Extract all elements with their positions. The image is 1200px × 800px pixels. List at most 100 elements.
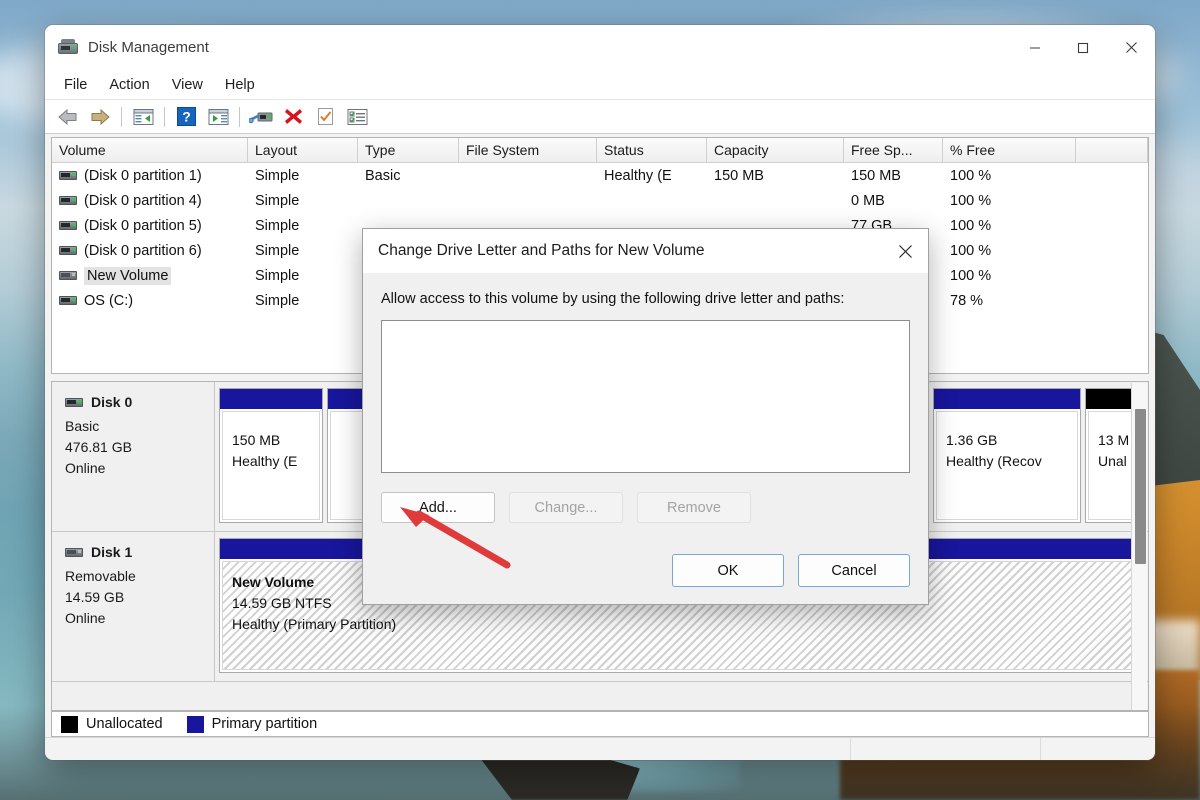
cancel-button[interactable]: Cancel: [798, 554, 910, 587]
menu-item-action[interactable]: Action: [98, 74, 160, 96]
disk-size-label: 14.59 GB: [65, 589, 125, 605]
partition-status: Healthy (Recov: [946, 453, 1042, 469]
remove-button: Remove: [637, 492, 751, 523]
disk-name-row: Disk 1: [65, 544, 214, 560]
menu-bar: File Action View Help: [45, 70, 1155, 100]
disk-kind-label: Removable: [65, 568, 136, 584]
table-row[interactable]: (Disk 0 partition 4) Simple 0 MB 100 %: [52, 188, 1148, 213]
delete-icon[interactable]: [278, 103, 308, 131]
cell-layout: Simple: [255, 217, 300, 234]
volume-name-label: (Disk 0 partition 6): [84, 242, 202, 259]
volume-name-label: (Disk 0 partition 5): [84, 217, 202, 234]
dialog-action-buttons: Add... Change... Remove: [381, 492, 910, 523]
partition-color-bar: [934, 389, 1080, 409]
disk-info-panel[interactable]: Disk 1 Removable 14.59 GB Online: [52, 532, 215, 681]
cell-free: 150 MB: [851, 167, 901, 184]
menu-item-view[interactable]: View: [161, 74, 214, 96]
column-header-percent-free[interactable]: % Free: [943, 138, 1076, 162]
cell-volume: (Disk 0 partition 6): [52, 243, 248, 259]
disk-size-label: 476.81 GB: [65, 439, 132, 455]
column-header-capacity[interactable]: Capacity: [707, 138, 844, 162]
volume-name-label: (Disk 0 partition 1): [84, 167, 202, 184]
column-header-layout[interactable]: Layout: [248, 138, 358, 162]
disk-management-window: Disk Management File Action View Help ? …: [45, 25, 1155, 760]
rescan-disks-icon[interactable]: [246, 103, 276, 131]
drive-icon: [65, 397, 83, 407]
disk-view-scrollbar[interactable]: [1131, 383, 1147, 710]
cell-pct: 100 %: [950, 217, 992, 234]
drive-icon: [59, 221, 77, 230]
cell-free: 0 MB: [851, 192, 885, 209]
toolbar-separator: [239, 106, 240, 127]
column-header-volume[interactable]: Volume: [52, 138, 248, 162]
menu-item-help[interactable]: Help: [214, 74, 266, 96]
toolbar: ?: [45, 100, 1155, 134]
change-button: Change...: [509, 492, 623, 523]
cell-layout: Simple: [255, 242, 300, 259]
column-header-free-space[interactable]: Free Sp...: [844, 138, 943, 162]
dialog-footer-buttons: OK Cancel: [672, 554, 910, 587]
cell-pct: 100 %: [950, 167, 992, 184]
close-icon[interactable]: [882, 229, 928, 273]
svg-text:?: ?: [182, 109, 191, 125]
show-list-view-icon[interactable]: [342, 103, 372, 131]
maximize-icon[interactable]: [1059, 25, 1107, 70]
change-drive-letter-dialog: Change Drive Letter and Paths for New Vo…: [362, 228, 929, 605]
column-header-status[interactable]: Status: [597, 138, 707, 162]
cell-volume: New Volume: [52, 266, 248, 285]
toolbar-separator: [164, 106, 165, 127]
column-header-type[interactable]: Type: [358, 138, 459, 162]
cell-layout: Simple: [255, 192, 300, 209]
forward-arrow-icon[interactable]: [85, 103, 115, 131]
back-arrow-icon[interactable]: [53, 103, 83, 131]
dialog-prompt-text: Allow access to this volume by using the…: [381, 291, 845, 307]
partition-details: 150 MB Healthy (E: [222, 411, 320, 520]
help-icon[interactable]: ?: [171, 103, 201, 131]
show-hide-action-pane-icon[interactable]: [203, 103, 233, 131]
ok-button[interactable]: OK: [672, 554, 784, 587]
cell-type: Basic: [365, 167, 401, 184]
toolbar-separator: [121, 106, 122, 127]
drive-icon: [59, 171, 77, 180]
window-titlebar[interactable]: Disk Management: [45, 25, 1155, 70]
status-segment-secondary: [851, 738, 1041, 760]
partition-block[interactable]: 150 MB Healthy (E: [219, 388, 323, 523]
dialog-title: Change Drive Letter and Paths for New Vo…: [378, 242, 705, 259]
partition-size: 150 MB: [232, 432, 281, 448]
cell-pct: 100 %: [950, 242, 992, 259]
minimize-icon[interactable]: [1011, 25, 1059, 70]
close-icon[interactable]: [1107, 25, 1155, 70]
disk-state-label: Online: [65, 610, 106, 626]
table-row[interactable]: (Disk 0 partition 1) Simple Basic Healthy (…: [52, 163, 1148, 188]
window-controls: [1011, 25, 1155, 70]
cell-layout: Simple: [255, 167, 300, 184]
disk-name-label: Disk 0: [91, 394, 133, 410]
dialog-titlebar[interactable]: Change Drive Letter and Paths for New Vo…: [363, 229, 928, 273]
disk-info-panel[interactable]: Disk 0 Basic 476.81 GB Online: [52, 382, 215, 531]
drive-icon: [59, 271, 77, 280]
drive-icon: [59, 246, 77, 255]
status-segment-main: [45, 738, 851, 760]
properties-icon[interactable]: [310, 103, 340, 131]
menu-item-file[interactable]: File: [53, 74, 98, 96]
disk-name-row: Disk 0: [65, 394, 214, 410]
add-button[interactable]: Add...: [381, 492, 495, 523]
drive-letter-paths-listbox[interactable]: [381, 320, 910, 473]
cell-layout: Simple: [255, 292, 300, 309]
partition-status: Healthy (Primary Partition): [232, 616, 397, 632]
legend-swatch-primary-partition: [186, 715, 204, 733]
cell-pct: 78 %: [950, 292, 984, 309]
scrollbar-thumb[interactable]: [1135, 409, 1146, 564]
column-header-file-system[interactable]: File System: [459, 138, 597, 162]
partition-legend: Unallocated Primary partition: [51, 711, 1149, 737]
cell-volume: (Disk 0 partition 5): [52, 218, 248, 234]
cell-volume: (Disk 0 partition 1): [52, 168, 248, 184]
partition-block[interactable]: 1.36 GB Healthy (Recov: [933, 388, 1081, 523]
partition-size: 1.36 GB: [946, 432, 998, 448]
column-header-blank[interactable]: [1076, 138, 1148, 162]
legend-swatch-unallocated: [61, 715, 78, 733]
partition-color-bar: [220, 389, 322, 409]
partition-status: Healthy (E: [232, 453, 298, 469]
show-hide-console-tree-icon[interactable]: [128, 103, 158, 131]
volume-name-label: (Disk 0 partition 4): [84, 192, 202, 209]
